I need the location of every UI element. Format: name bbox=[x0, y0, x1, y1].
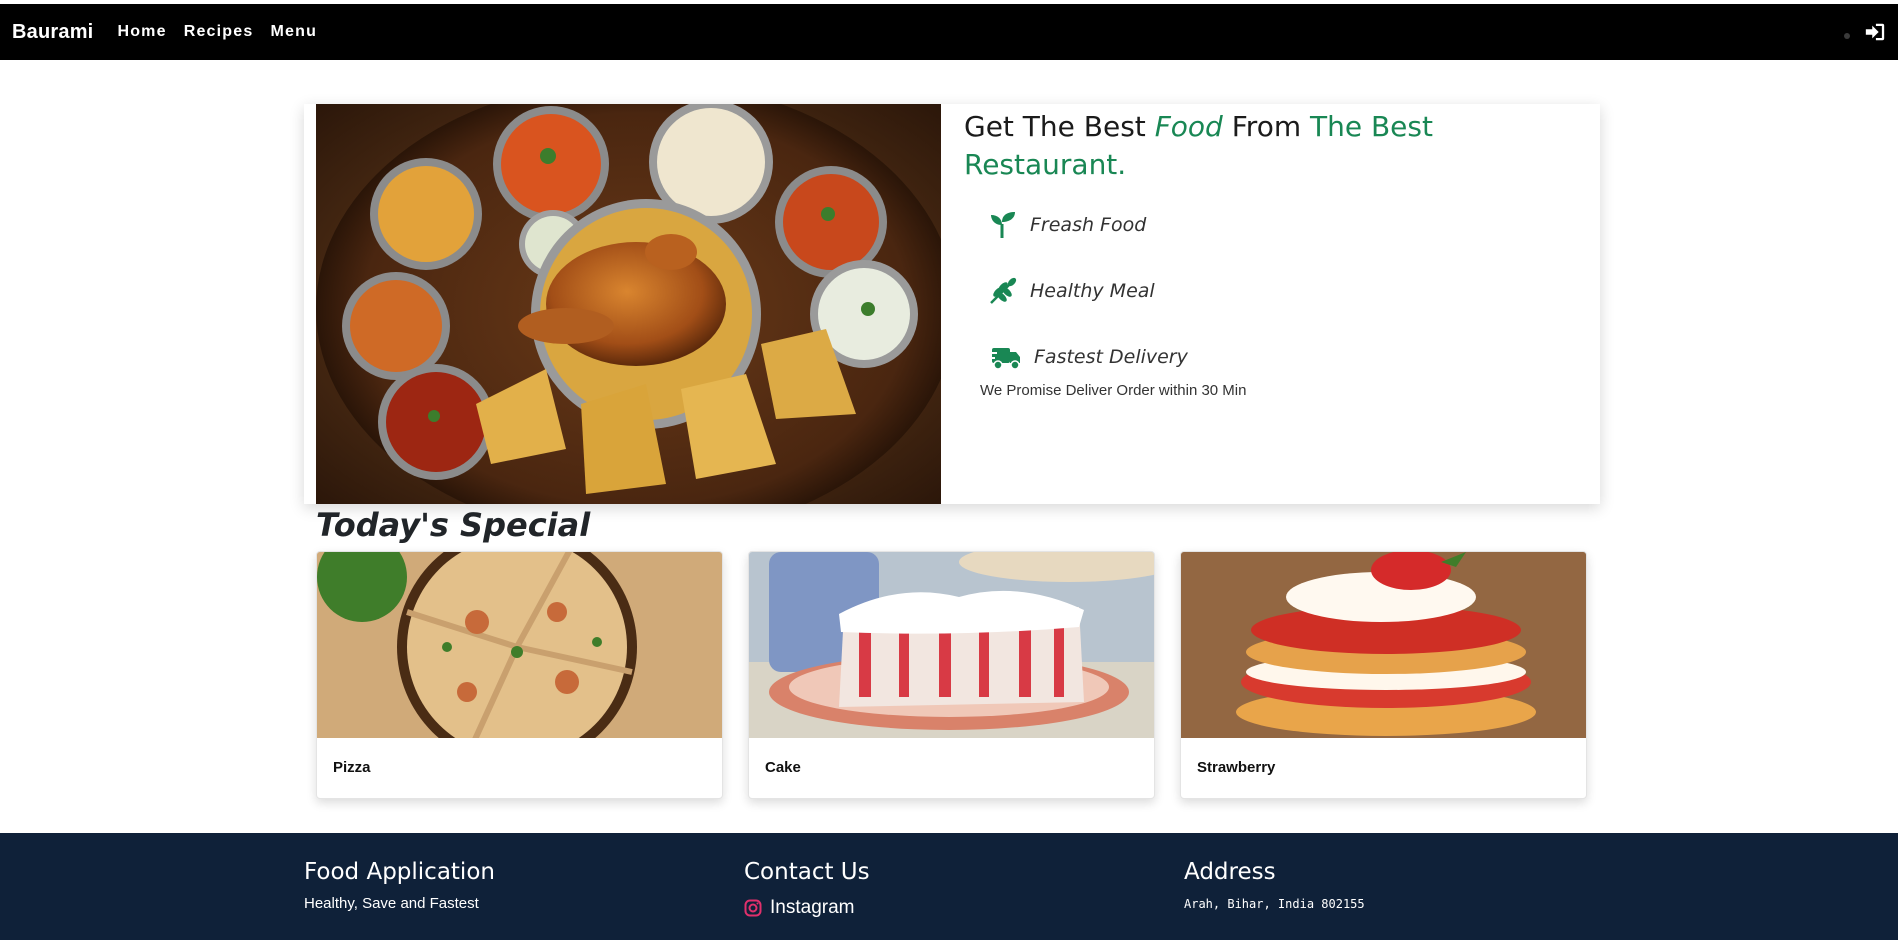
footer-address-text: Arah, Bihar, India 802155 bbox=[1184, 897, 1365, 911]
feature-fastest-delivery: Fastest Delivery bbox=[988, 342, 1564, 372]
sign-in-icon[interactable] bbox=[1864, 21, 1886, 43]
feature-healthy-meal: Healthy Meal bbox=[988, 276, 1564, 306]
feature-label: Fastest Delivery bbox=[1034, 346, 1188, 368]
special-card-strawberry[interactable]: Strawberry bbox=[1180, 551, 1587, 799]
title-food-highlight: Food bbox=[1154, 110, 1223, 143]
footer-about: Food Application Healthy, Save and Faste… bbox=[304, 859, 495, 912]
seedling-icon bbox=[991, 212, 1015, 238]
card-title: Cake bbox=[765, 759, 801, 776]
special-card-cake[interactable]: Cake bbox=[748, 551, 1155, 799]
status-dot bbox=[1844, 33, 1850, 39]
footer-contact-title: Contact Us bbox=[744, 859, 870, 885]
delivery-promise: We Promise Deliver Order within 30 Min bbox=[980, 382, 1247, 399]
instagram-icon bbox=[744, 899, 762, 917]
instagram-label: Instagram bbox=[770, 897, 855, 918]
footer-address-title: Address bbox=[1184, 859, 1276, 885]
navbar: Baurami Home Recipes Menu bbox=[0, 4, 1898, 60]
footer-about-title: Food Application bbox=[304, 859, 495, 885]
truck-icon bbox=[988, 348, 1020, 370]
special-card-pizza[interactable]: Pizza bbox=[316, 551, 723, 799]
hero-title: Get The Best Food From The Best Restaura… bbox=[964, 110, 1433, 181]
footer: Food Application Healthy, Save and Faste… bbox=[0, 833, 1898, 940]
food-platter-image bbox=[316, 104, 941, 504]
footer-address: Address Arah, Bihar, India 802155 bbox=[1184, 859, 1365, 911]
nav-menu-link[interactable]: Menu bbox=[270, 23, 317, 41]
todays-special-title: Today's Special bbox=[316, 506, 591, 544]
nav-home-link[interactable]: Home bbox=[117, 23, 166, 41]
brand-logo[interactable]: Baurami bbox=[12, 21, 93, 44]
feature-fresh-food: Freash Food bbox=[988, 210, 1564, 240]
hero-card: Get The Best Food From The Best Restaura… bbox=[304, 104, 1600, 504]
nav-recipes-link[interactable]: Recipes bbox=[184, 23, 254, 41]
footer-contact: Contact Us Instagram bbox=[744, 859, 870, 919]
pizza-image bbox=[317, 552, 722, 738]
feature-label: Freash Food bbox=[1030, 214, 1147, 236]
instagram-link[interactable]: Instagram bbox=[744, 897, 870, 919]
wheat-icon bbox=[990, 277, 1017, 304]
strawberry-image bbox=[1181, 552, 1586, 738]
nav-right bbox=[1844, 21, 1886, 43]
cake-image bbox=[749, 552, 1154, 738]
nav-links: Home Recipes Menu bbox=[117, 23, 334, 41]
card-title: Strawberry bbox=[1197, 759, 1276, 776]
card-title: Pizza bbox=[333, 759, 371, 776]
feature-label: Healthy Meal bbox=[1030, 280, 1155, 302]
hero-text: Get The Best Food From The Best Restaura… bbox=[964, 108, 1564, 399]
footer-about-text: Healthy, Save and Fastest bbox=[304, 895, 479, 912]
